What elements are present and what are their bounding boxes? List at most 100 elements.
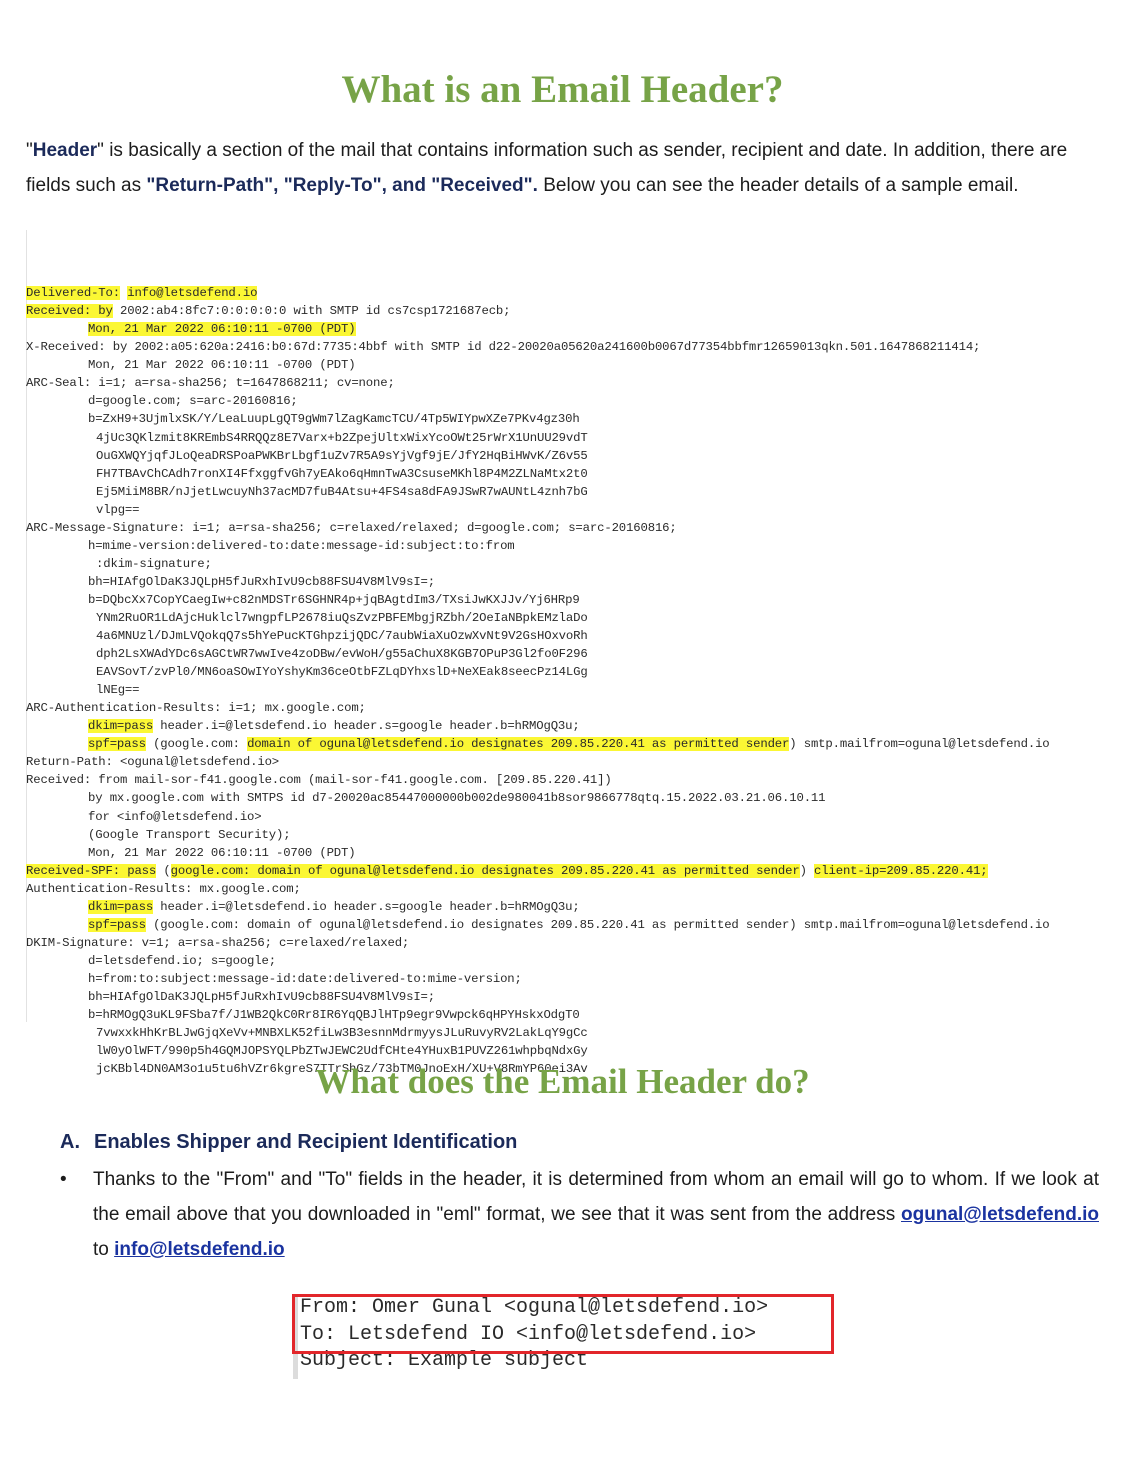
highlighted-header-text: Delivered-To: <box>26 286 120 301</box>
header-text: Return-Path: <ogunal@letsdefend.io> <box>26 755 280 770</box>
header-line: YNm2RuOR1LdAjcHuklcl7wngpfLP2678iuQsZvzP… <box>26 609 1116 627</box>
header-text: header.i=@letsdefend.io header.s=google … <box>153 719 580 734</box>
header-text: h=mime-version:delivered-to:date:message… <box>88 538 515 553</box>
highlighted-header-text: spf=pass <box>88 737 146 752</box>
header-line: Received-SPF: pass (google.com: domain o… <box>26 862 1116 880</box>
header-line: DKIM-Signature: v=1; a=rsa-sha256; c=rel… <box>26 934 1116 952</box>
highlighted-header-text: Received: by <box>26 304 113 319</box>
header-text: FH7TBAvChCAdh7ronXI4FfxggfvGh7yEAko6qHmn… <box>96 466 588 481</box>
document-page: What is an Email Header? "Header" is bas… <box>0 0 1125 1455</box>
header-line: for <info@letsdefend.io> <box>26 808 1116 826</box>
header-text: YNm2RuOR1LdAjcHuklcl7wngpfLP2678iuQsZvzP… <box>96 610 588 625</box>
header-text: for <info@letsdefend.io> <box>88 809 262 824</box>
intro-fields: "Return-Path", "Reply-To", and "Received… <box>146 174 538 196</box>
header-line: Delivered-To: info@letsdefend.io <box>26 284 1116 302</box>
header-line: spf=pass (google.com: domain of ogunal@l… <box>26 735 1116 753</box>
header-text: lW0yOlWFT/990p5h4GQMJOPSYQLPbZTwJEWC2Udf… <box>96 1044 588 1059</box>
header-text: ) smtp.mailfrom=ogunal@letsdefend.io <box>789 737 1050 752</box>
header-line: Ej5MiiM8BR/nJjetLwcuyNh37acMD7fuB4Atsu+4… <box>26 483 1116 501</box>
header-text: by mx.google.com with SMTPS id d7-20020a… <box>88 791 826 806</box>
header-line: by mx.google.com with SMTPS id d7-20020a… <box>26 789 1116 807</box>
highlighted-header-text: info@letsdefend.io <box>127 286 258 301</box>
subsection-heading-text: Enables Shipper and Recipient Identifica… <box>94 1131 518 1153</box>
header-line: 4a6MNUzl/DJmLVQokqQ7s5hYePucKTGhpzijQDC/… <box>26 627 1116 645</box>
header-line: bh=HIAfgOlDaK3JQLpH5fJuRxhIvU9cb88FSU4V8… <box>26 573 1116 591</box>
header-text: :dkim-signature; <box>96 556 212 571</box>
header-line: Received: by 2002:ab4:8fc7:0:0:0:0:0 wit… <box>26 302 1116 320</box>
header-text: d=letsdefend.io; s=google; <box>88 953 276 968</box>
header-line: Received: from mail-sor-f41.google.com (… <box>26 771 1116 789</box>
intro-text-2: Below you can see the header details of … <box>537 174 1019 196</box>
header-line: X-Received: by 2002:a05:620a:2416:b0:67d… <box>26 338 1116 356</box>
header-line: spf=pass (google.com: domain of ogunal@l… <box>26 916 1116 934</box>
header-text: OuGXWQYjqfJLoQeaDRSPoaPWKBrLbgf1uZv7R5A9… <box>96 448 588 463</box>
header-line: bh=HIAfgOlDaK3JQLpH5fJuRxhIvU9cb88FSU4V8… <box>26 988 1116 1006</box>
header-text: EAVSovT/zvPl0/MN6oaSOwIYoYshyKm36ceOtbFZ… <box>96 665 588 680</box>
header-text: Mon, 21 Mar 2022 06:10:11 -0700 (PDT) <box>88 845 356 860</box>
raw-header-listing: Delivered-To: info@letsdefend.io Received… <box>26 230 1116 1078</box>
header-line: dkim=pass header.i=@letsdefend.io header… <box>26 898 1116 916</box>
header-line: dph2LsXWAdYDc6sAGCtWR7wwIve4zoDBw/evWoH/… <box>26 645 1116 663</box>
link-to-address[interactable]: info@letsdefend.io <box>114 1239 285 1260</box>
header-text: d=google.com; s=arc-20160816; <box>88 394 298 409</box>
header-text: b=ZxH9+3UjmlxSK/Y/LeaLuupLgQT9gWm7lZagKa… <box>88 412 580 427</box>
header-line: h=mime-version:delivered-to:date:message… <box>26 537 1116 555</box>
highlighted-header-text: spf=pass <box>88 917 146 932</box>
sample-email-snippet: From: Omer Gunal <ogunal@letsdefend.io> … <box>292 1293 838 1383</box>
header-line: lNEg== <box>26 681 1116 699</box>
page-title: What is an Email Header? <box>341 68 784 111</box>
highlighted-header-text: Received-SPF: pass <box>26 863 157 878</box>
header-text: dph2LsXWAdYDc6sAGCtWR7wwIve4zoDBw/evWoH/… <box>96 647 588 662</box>
header-text: b=hRMOgQ3uKL9FSba7f/J1WB2QkC0Rr8IR6YqQBJ… <box>88 1008 580 1023</box>
subsection-letter: A. <box>60 1131 80 1153</box>
header-line: 7vwxxkHhKrBLJwGjqXeVv+MNBXLK52fiLw3B3esn… <box>26 1024 1116 1042</box>
header-text: lNEg== <box>96 683 140 698</box>
header-line: ARC-Authentication-Results: i=1; mx.goog… <box>26 699 1116 717</box>
header-text: ARC-Seal: i=1; a=rsa-sha256; t=164786821… <box>26 376 395 391</box>
header-text: bh=HIAfgOlDaK3JQLpH5fJuRxhIvU9cb88FSU4V8… <box>88 989 436 1004</box>
header-text: ( <box>156 863 171 878</box>
link-from-address[interactable]: ogunal@letsdefend.io <box>901 1204 1099 1225</box>
bullet-icon: • <box>60 1169 67 1190</box>
header-line: lW0yOlWFT/990p5h4GQMJOPSYQLPbZTwJEWC2Udf… <box>26 1042 1116 1060</box>
header-line: b=DQbcXx7CopYCaegIw+c82nMDSTr6SGHNR4p+jq… <box>26 591 1116 609</box>
intro-paragraph: "Header" is basically a section of the m… <box>26 134 1102 203</box>
highlighted-header-text: Mon, 21 Mar 2022 06:10:11 -0700 (PDT) <box>88 322 356 337</box>
header-line: (Google Transport Security); <box>26 826 1116 844</box>
header-line: Return-Path: <ogunal@letsdefend.io> <box>26 753 1116 771</box>
header-text: (google.com: <box>145 737 248 752</box>
header-text: (Google Transport Security); <box>88 827 291 842</box>
header-line: b=ZxH9+3UjmlxSK/Y/LeaLuupLgQT9gWm7lZagKa… <box>26 410 1116 428</box>
header-text: header.i=@letsdefend.io header.s=google … <box>153 899 580 914</box>
header-line: :dkim-signature; <box>26 555 1116 573</box>
highlighted-header-text: domain of ogunal@letsdefend.io designate… <box>247 737 790 752</box>
header-line: d=google.com; s=arc-20160816; <box>26 392 1116 410</box>
intro-quote-close: " <box>97 140 104 161</box>
header-text: b=DQbcXx7CopYCaegIw+c82nMDSTr6SGHNR4p+jq… <box>88 592 580 607</box>
section-title: What does the Email Header do? <box>315 1062 810 1101</box>
header-line: ARC-Seal: i=1; a=rsa-sha256; t=164786821… <box>26 374 1116 392</box>
header-text: X-Received: by 2002:a05:620a:2416:b0:67d… <box>26 340 981 355</box>
highlighted-header-text: dkim=pass <box>88 719 154 734</box>
header-line: vlpg== <box>26 501 1116 519</box>
bullet-to-word: to <box>93 1239 115 1260</box>
header-text: ) <box>799 863 815 878</box>
header-text: vlpg== <box>96 502 140 517</box>
header-text: ARC-Authentication-Results: i=1; mx.goog… <box>26 701 366 716</box>
header-line: FH7TBAvChCAdh7ronXI4FfxggfvGh7yEAko6qHmn… <box>26 465 1116 483</box>
header-line: Mon, 21 Mar 2022 06:10:11 -0700 (PDT) <box>26 320 1116 338</box>
header-text: Received: from mail-sor-f41.google.com (… <box>26 773 612 788</box>
header-line: d=letsdefend.io; s=google; <box>26 952 1116 970</box>
header-text: (google.com: domain of ogunal@letsdefend… <box>145 917 1050 932</box>
header-text: bh=HIAfgOlDaK3JQLpH5fJuRxhIvU9cb88FSU4V8… <box>88 574 436 589</box>
highlighted-header-text: google.com: domain of ogunal@letsdefend.… <box>170 863 800 878</box>
header-text: 4jUc3QKlzmit8KREmbS4RRQQz8E7Varx+b2ZpejU… <box>96 430 588 445</box>
header-text: DKIM-Signature: v=1; a=rsa-sha256; c=rel… <box>26 935 410 950</box>
header-text: Authentication-Results: mx.google.com; <box>26 881 301 896</box>
bullet-paragraph: Thanks to the "From" and "To" fields in … <box>93 1162 1099 1267</box>
header-text: 4a6MNUzl/DJmLVQokqQ7s5hYePucKTGhpzijQDC/… <box>96 629 588 644</box>
header-line: Authentication-Results: mx.google.com; <box>26 880 1116 898</box>
header-line: h=from:to:subject:message-id:date:delive… <box>26 970 1116 988</box>
highlighted-header-text: client-ip=209.85.220.41; <box>814 863 988 878</box>
from-to-highlight-box <box>292 1294 834 1354</box>
